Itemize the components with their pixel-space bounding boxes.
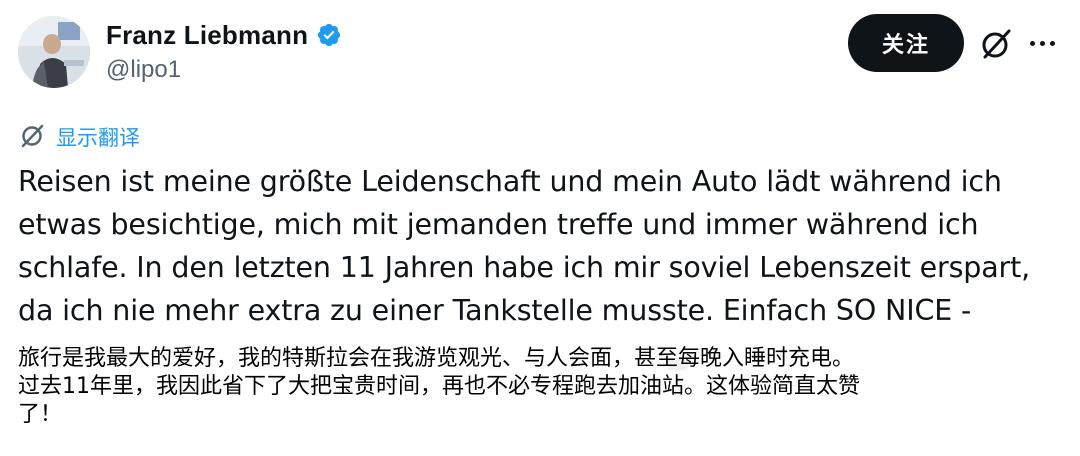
author-handle[interactable]: @lipo1 (106, 56, 181, 84)
author-name-row[interactable]: Franz Liebmann (106, 18, 342, 52)
caption-line: 了！ (18, 402, 63, 427)
dot (1030, 40, 1035, 46)
post-text: Reisen ist meine größte Leidenschaft und… (18, 160, 1048, 332)
caption-line: 旅行是我最大的爱好，我的特斯拉会在我游览观光、与人会面，甚至每晚入睡时充电。 (18, 346, 855, 371)
more-options-icon[interactable] (1030, 34, 1062, 52)
post-text-line: da ich nie mehr extra zu einer Tankstell… (18, 294, 972, 327)
verified-badge-icon (316, 22, 342, 48)
avatar-image (18, 16, 90, 88)
post-text-line: Reisen ist meine größte Leidenschaft und… (18, 165, 1002, 198)
chinese-caption: 旅行是我最大的爱好，我的特斯拉会在我游览观光、与人会面，甚至每晚入睡时充电。 过… (18, 345, 1068, 429)
avatar[interactable] (18, 16, 90, 88)
post-text-line: etwas besichtige, mich mit jemanden tref… (18, 208, 979, 241)
caption-line: 过去11年里，我因此省下了大把宝贵时间，再也不必专程跑去加油站。这体验简直太赞 (18, 374, 860, 399)
grok-icon[interactable] (978, 26, 1014, 62)
translate-icon (18, 121, 46, 154)
dot (1050, 40, 1055, 46)
post-text-line: schlafe. In den letzten 11 Jahren habe i… (18, 251, 1031, 284)
author-name[interactable]: Franz Liebmann (106, 20, 308, 51)
dot (1040, 40, 1045, 46)
follow-button[interactable]: 关注 (848, 14, 964, 72)
show-translation-label[interactable]: 显示翻译 (56, 122, 140, 152)
show-translation-link[interactable]: 显示翻译 (18, 121, 140, 153)
